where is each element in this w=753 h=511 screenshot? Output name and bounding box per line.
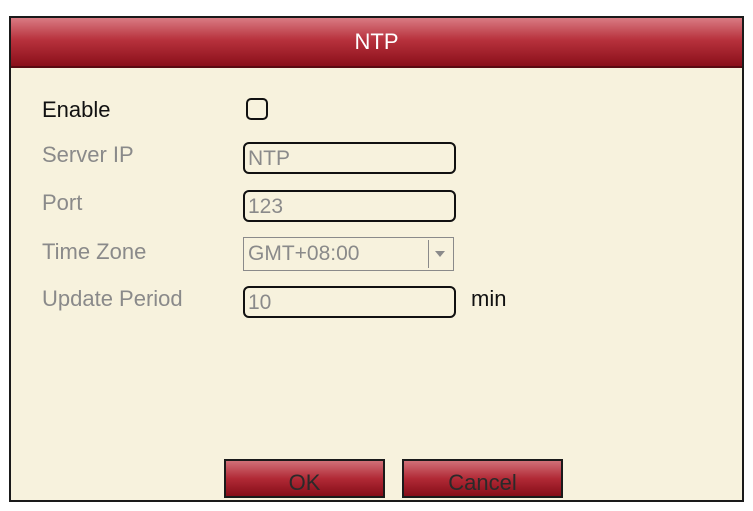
chevron-down-icon <box>435 251 445 257</box>
time-zone-value: GMT+08:00 <box>248 242 360 265</box>
update-period-label: Update Period <box>42 286 183 311</box>
server-ip-label: Server IP <box>42 142 134 167</box>
enable-label: Enable <box>42 97 111 122</box>
title-bar: NTP <box>11 18 742 68</box>
time-zone-label: Time Zone <box>42 239 147 264</box>
port-field[interactable]: 123 <box>243 190 456 222</box>
dialog-title: NTP <box>354 29 399 54</box>
cancel-button[interactable]: Cancel <box>402 459 563 498</box>
ok-button-label: OK <box>288 470 321 495</box>
time-zone-dropdown-button[interactable] <box>428 240 451 268</box>
ok-button[interactable]: OK <box>224 459 385 498</box>
update-period-unit: min <box>471 286 507 311</box>
update-period-field[interactable]: 10 <box>243 286 456 318</box>
port-label: Port <box>42 190 83 215</box>
enable-checkbox[interactable] <box>246 98 268 120</box>
server-ip-field[interactable]: NTP <box>243 142 456 174</box>
time-zone-select[interactable]: GMT+08:00 <box>243 237 454 271</box>
ntp-dialog: NTP Enable Server IP NTP Port 123 Time Z… <box>9 16 744 502</box>
cancel-button-label: Cancel <box>448 470 517 495</box>
